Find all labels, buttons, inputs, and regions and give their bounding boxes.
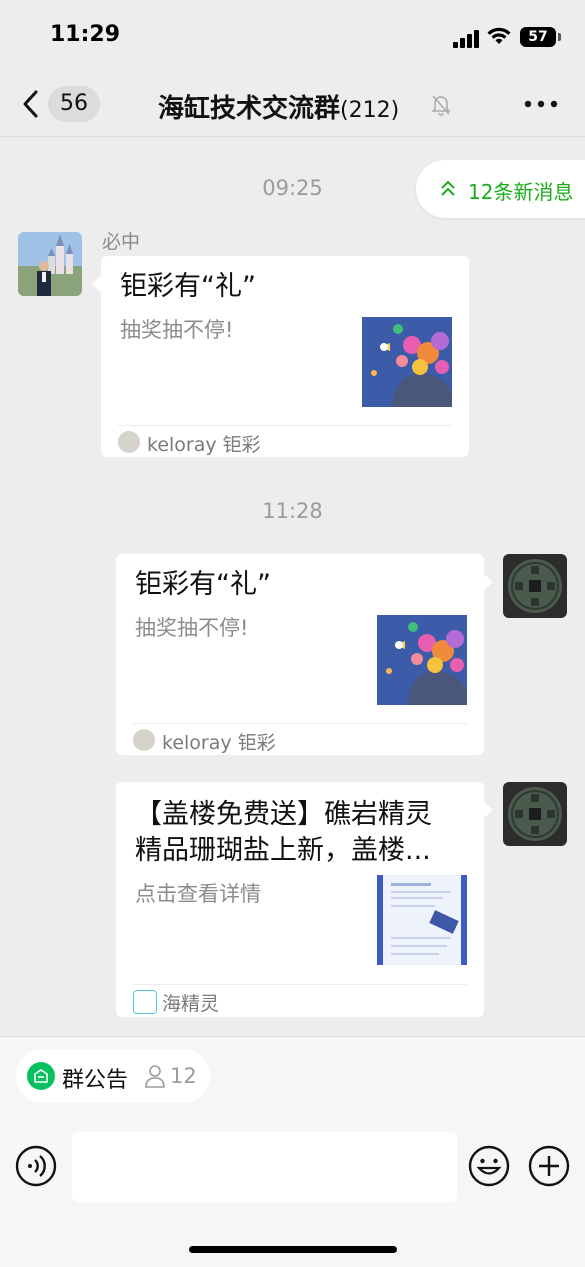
voice-icon[interactable]: [15, 1145, 57, 1187]
chat-title[interactable]: 海缸技术交流群(212): [158, 88, 399, 125]
sender-name: 必中: [102, 231, 141, 253]
announcement-count: 12: [170, 1064, 197, 1088]
link-card[interactable]: 【盖楼免费送】礁岩精灵 精品珊瑚盐上新，盖楼... 点击查看详情 海精灵: [116, 782, 484, 1017]
bubble-tail: [92, 276, 101, 292]
source-icon: [118, 431, 140, 453]
chat-header: 56 海缸技术交流群(212): [0, 72, 585, 137]
group-announcement-chip[interactable]: 群公告 12: [16, 1049, 210, 1103]
card-source: keloray 钜彩: [147, 434, 261, 456]
group-name: 海缸技术交流群: [158, 94, 341, 124]
more-dots-icon[interactable]: [524, 100, 558, 108]
bubble-tail: [484, 574, 493, 590]
message-timestamp: 09:25: [262, 176, 323, 200]
wifi-icon: [487, 27, 511, 44]
card-title: 钜彩有“礼”: [135, 569, 271, 600]
source-icon: [133, 990, 157, 1014]
unread-count-badge[interactable]: 56: [48, 86, 100, 122]
back-chevron-icon[interactable]: [20, 88, 42, 120]
status-bar: 11:29 57: [0, 0, 585, 72]
source-icon: [133, 729, 155, 751]
message-timestamp: 11:28: [262, 499, 323, 523]
battery-tip: [558, 33, 561, 41]
coin-avatar: [503, 554, 567, 618]
card-thumbnail: [377, 615, 467, 705]
card-divider: [133, 984, 467, 985]
card-divider: [133, 723, 467, 724]
battery-indicator: 57: [520, 27, 556, 47]
link-card[interactable]: 钜彩有“礼” 抽奖抽不停! keloray 钜彩: [116, 554, 484, 755]
castle-photo: [18, 232, 82, 296]
emoji-icon[interactable]: [468, 1145, 510, 1187]
card-thumbnail: [377, 875, 467, 965]
member-count: (212): [340, 98, 400, 123]
card-description: 抽奖抽不停!: [135, 616, 249, 640]
announcement-label: 群公告: [62, 1068, 129, 1093]
announcement-icon: [27, 1062, 55, 1090]
card-divider: [118, 425, 452, 426]
person-icon: [145, 1065, 165, 1088]
home-indicator: [189, 1246, 397, 1253]
bubble-tail: [484, 802, 493, 818]
message-input[interactable]: [72, 1132, 457, 1202]
link-card[interactable]: 钜彩有“礼” 抽奖抽不停! keloray 钜彩: [101, 256, 469, 457]
card-source: 海精灵: [162, 993, 220, 1015]
card-description: 点击查看详情: [135, 882, 261, 906]
self-avatar[interactable]: [503, 554, 567, 618]
card-title: 钜彩有“礼”: [120, 271, 256, 302]
sender-avatar[interactable]: [18, 232, 82, 296]
card-title-line-2: 精品珊瑚盐上新，盖楼...: [135, 835, 431, 866]
card-source: keloray 钜彩: [162, 732, 276, 754]
mute-bell-icon: [431, 95, 451, 116]
card-title-line-1: 【盖楼免费送】礁岩精灵: [135, 799, 432, 830]
status-time: 11:29: [50, 22, 121, 47]
cellular-signal-icon: [453, 30, 479, 48]
card-thumbnail: [362, 317, 452, 407]
card-description: 抽奖抽不停!: [120, 318, 234, 342]
self-avatar[interactable]: [503, 782, 567, 846]
plus-icon[interactable]: [528, 1145, 570, 1187]
coin-avatar: [503, 782, 567, 846]
